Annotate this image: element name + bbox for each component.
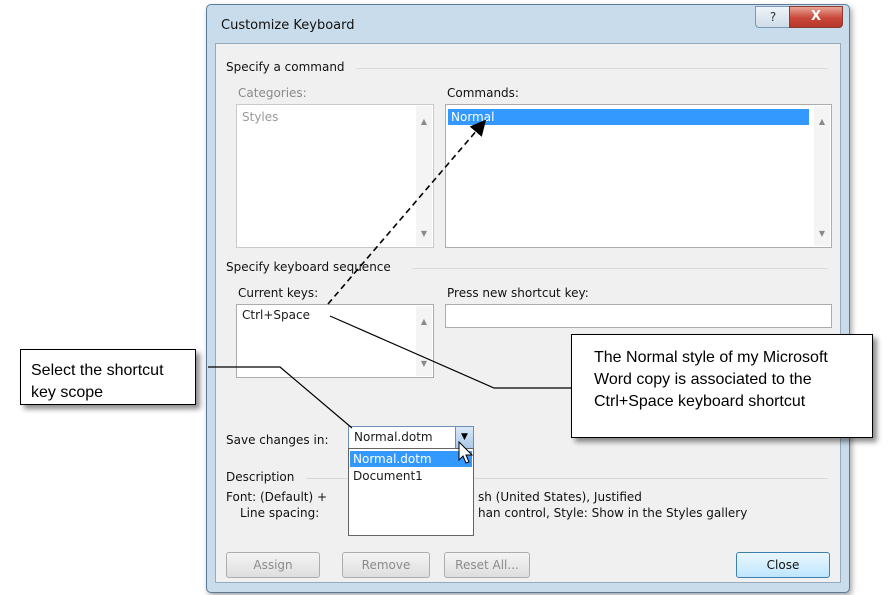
callout-connector-right bbox=[329, 315, 592, 389]
callout-normal-style: The Normal style of my Microsoft Word co… bbox=[571, 334, 873, 438]
dashed-arrow bbox=[327, 119, 487, 305]
callout-line: Select the shortcut bbox=[31, 362, 164, 379]
callout-line: key scope bbox=[31, 384, 104, 401]
annotation-overlay bbox=[208, 119, 592, 464]
mouse-pointer-icon bbox=[458, 440, 474, 464]
callout-line: The Normal style of my Microsoft bbox=[594, 349, 828, 366]
callout-line: Word copy is associated to the bbox=[594, 371, 812, 388]
callout-line: Ctrl+Space keyboard shortcut bbox=[594, 393, 806, 410]
callout-scope: Select the shortcut key scope bbox=[20, 349, 196, 405]
callout-connector-left bbox=[208, 366, 353, 429]
